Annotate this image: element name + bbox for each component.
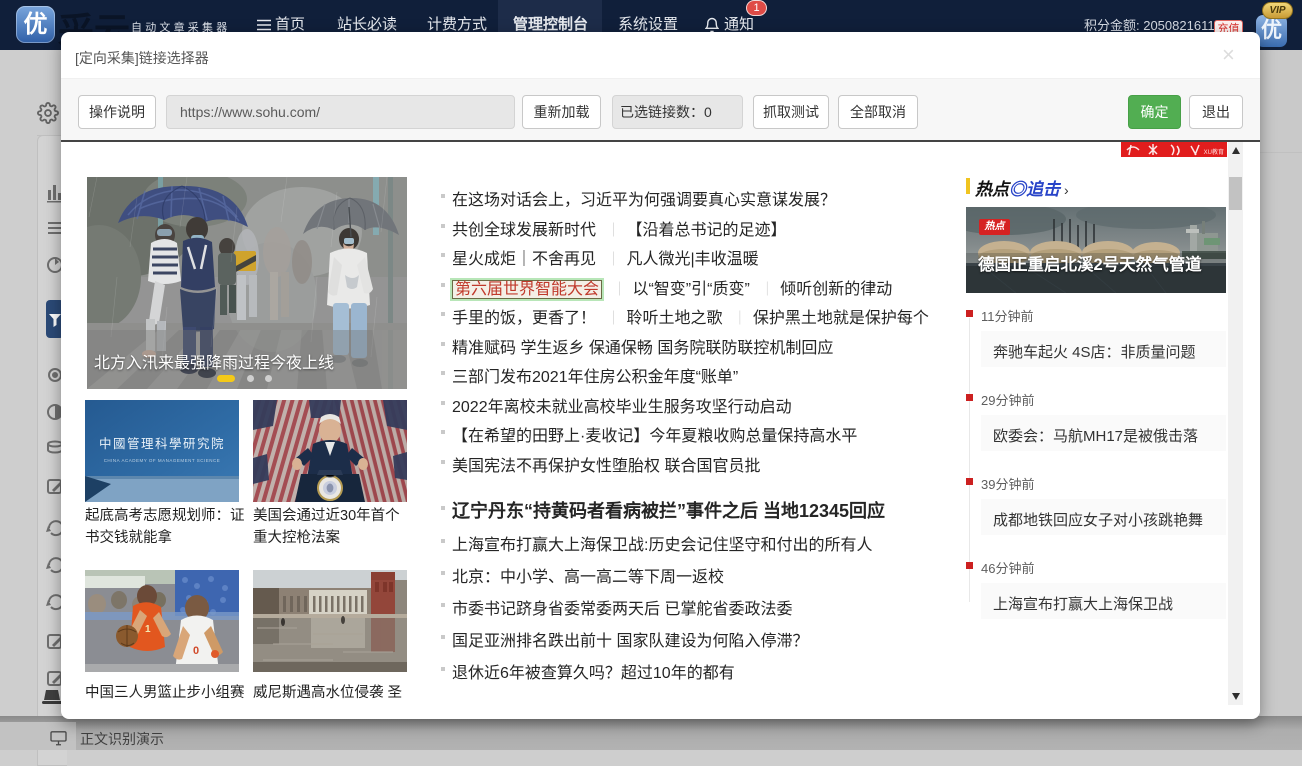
svg-text:XU教育: XU教育	[1204, 148, 1224, 156]
svg-text:0: 0	[193, 645, 199, 657]
svg-text:CHINA ACADEMY OF MANAGEMENT SC: CHINA ACADEMY OF MANAGEMENT SCIENCE	[104, 458, 221, 463]
svg-text:1: 1	[145, 624, 151, 635]
svg-text:中國管理科學研究院: 中國管理科學研究院	[99, 436, 225, 451]
